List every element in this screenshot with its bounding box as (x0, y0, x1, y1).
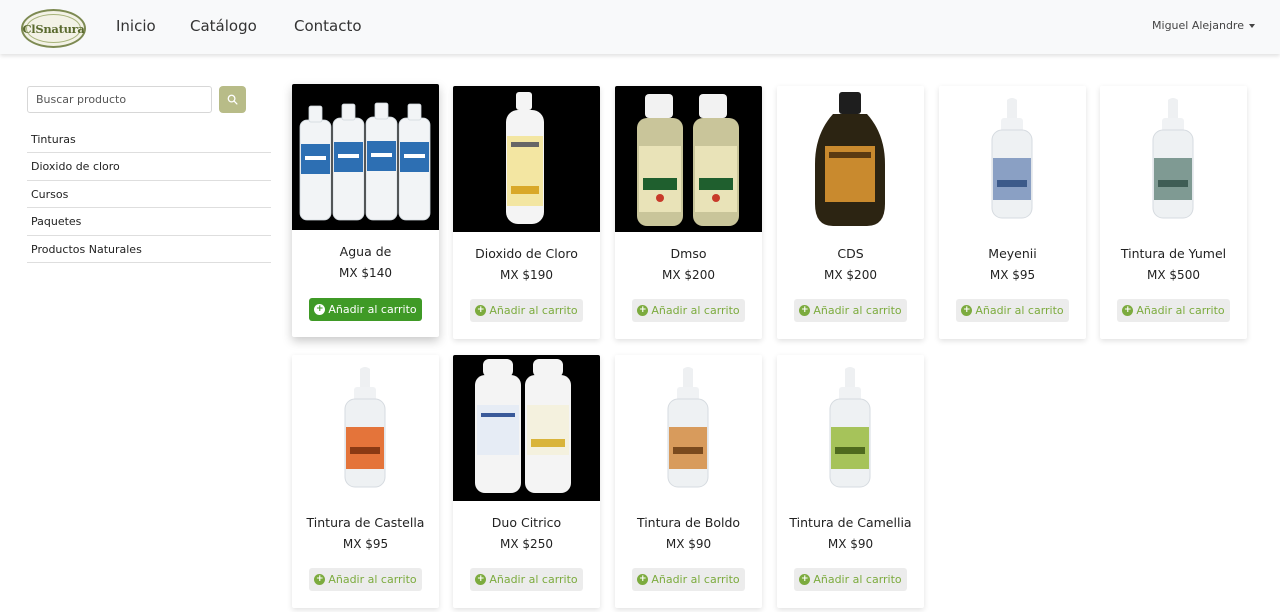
plus-circle-icon: + (799, 574, 811, 585)
caret-down-icon (1249, 24, 1255, 28)
user-name: Miguel Alejandre (1152, 19, 1244, 32)
add-to-cart-label: Añadir al carrito (328, 573, 417, 586)
category-tinturas[interactable]: Tinturas (27, 126, 271, 154)
plus-circle-icon: + (314, 574, 326, 585)
product-name[interactable]: Tintura de Camellia (777, 515, 924, 530)
product-name[interactable]: Dioxido de Cloro (453, 246, 600, 261)
product-card[interactable]: Meyenii MX $95 + Añadir al carrito (939, 86, 1086, 339)
add-to-cart-button[interactable]: + Añadir al carrito (470, 568, 583, 591)
plus-circle-icon: + (475, 305, 487, 316)
product-image[interactable] (615, 355, 762, 501)
add-to-cart-label: Añadir al carrito (489, 573, 578, 586)
add-to-cart-button[interactable]: + Añadir al carrito (794, 568, 907, 591)
product-price: MX $140 (339, 266, 392, 280)
product-card[interactable]: Dioxido de Cloro MX $190 + Añadir al carr… (453, 86, 600, 339)
plus-circle-icon: + (637, 574, 649, 585)
add-to-cart-label: Añadir al carrito (651, 573, 740, 586)
add-to-cart-label: Añadir al carrito (1136, 304, 1225, 317)
product-price: MX $90 (827, 537, 874, 551)
product-name[interactable]: Agua de (292, 244, 439, 259)
product-card[interactable]: CDS MX $200 + Añadir al carrito (777, 86, 924, 339)
category-list: Tinturas Dioxido de cloro Cursos Paquete… (27, 126, 271, 263)
navbar: ClSnatura Inicio Catálogo Contacto Migue… (0, 0, 1280, 54)
product-price: MX $250 (500, 537, 553, 551)
plus-circle-icon: + (1122, 305, 1134, 316)
category-paquetes[interactable]: Paquetes (27, 208, 271, 236)
product-image[interactable] (777, 355, 924, 501)
plus-circle-icon: + (961, 305, 973, 316)
product-image[interactable] (292, 84, 439, 230)
user-menu[interactable]: Miguel Alejandre (1152, 19, 1255, 32)
add-to-cart-button[interactable]: + Añadir al carrito (470, 299, 583, 322)
product-card[interactable]: Tintura de Boldo MX $90 + Añadir al carri… (615, 355, 762, 608)
product-image[interactable] (453, 355, 600, 501)
product-image[interactable] (939, 86, 1086, 232)
add-to-cart-label: Añadir al carrito (328, 303, 417, 316)
search-icon (227, 94, 238, 105)
brand-logo[interactable]: ClSnatura (21, 9, 86, 48)
product-price: MX $200 (662, 268, 715, 282)
product-image[interactable] (777, 86, 924, 232)
add-to-cart-label: Añadir al carrito (813, 573, 902, 586)
logo-text: ClSnatura (22, 21, 85, 36)
product-price: MX $90 (665, 537, 712, 551)
category-dioxido-de-cloro[interactable]: Dioxido de cloro (27, 153, 271, 181)
nav-link-catalogo[interactable]: Catálogo (190, 17, 257, 35)
add-to-cart-button[interactable]: + Añadir al carrito (632, 568, 745, 591)
add-to-cart-button[interactable]: + Añadir al carrito (794, 299, 907, 322)
add-to-cart-button[interactable]: + Añadir al carrito (632, 299, 745, 322)
product-price: MX $500 (1147, 268, 1200, 282)
add-to-cart-button[interactable]: + Añadir al carrito (309, 568, 422, 591)
search-input[interactable] (27, 86, 212, 113)
product-image[interactable] (1100, 86, 1247, 232)
product-price: MX $190 (500, 268, 553, 282)
product-name[interactable]: Tintura de Yumel (1100, 246, 1247, 261)
plus-circle-icon: + (475, 574, 487, 585)
product-price: MX $200 (824, 268, 877, 282)
add-to-cart-label: Añadir al carrito (975, 304, 1064, 317)
product-price: MX $95 (989, 268, 1036, 282)
plus-circle-icon: + (314, 304, 326, 315)
product-image[interactable] (292, 355, 439, 501)
product-name[interactable]: Dmso (615, 246, 762, 261)
product-card[interactable]: Tintura de Yumel MX $500 + Añadir al carr… (1100, 86, 1247, 339)
nav-link-inicio[interactable]: Inicio (116, 17, 156, 35)
plus-circle-icon: + (637, 305, 649, 316)
nav-link-contacto[interactable]: Contacto (294, 17, 362, 35)
product-image[interactable] (453, 86, 600, 232)
category-cursos[interactable]: Cursos (27, 181, 271, 209)
product-name[interactable]: Meyenii (939, 246, 1086, 261)
category-productos-naturales[interactable]: Productos Naturales (27, 236, 271, 263)
product-card[interactable]: Agua de MX $140 + Añadir al carrito (292, 84, 439, 337)
product-name[interactable]: CDS (777, 246, 924, 261)
product-card[interactable]: Dmso MX $200 + Añadir al carrito (615, 86, 762, 339)
product-name[interactable]: Tintura de Boldo (615, 515, 762, 530)
add-to-cart-button[interactable]: + Añadir al carrito (956, 299, 1069, 322)
product-name[interactable]: Duo Citrico (453, 515, 600, 530)
product-card[interactable]: Tintura de Castella MX $95 + Añadir al ca… (292, 355, 439, 608)
add-to-cart-label: Añadir al carrito (489, 304, 578, 317)
product-card[interactable]: Duo Citrico MX $250 + Añadir al carrito (453, 355, 600, 608)
search-button[interactable] (219, 86, 246, 113)
product-card[interactable]: Tintura de Camellia MX $90 + Añadir al ca… (777, 355, 924, 608)
add-to-cart-button[interactable]: + Añadir al carrito (309, 298, 422, 321)
product-price: MX $95 (342, 537, 389, 551)
add-to-cart-label: Añadir al carrito (813, 304, 902, 317)
product-image[interactable] (615, 86, 762, 232)
add-to-cart-button[interactable]: + Añadir al carrito (1117, 299, 1230, 322)
add-to-cart-label: Añadir al carrito (651, 304, 740, 317)
plus-circle-icon: + (799, 305, 811, 316)
product-name[interactable]: Tintura de Castella (292, 515, 439, 530)
